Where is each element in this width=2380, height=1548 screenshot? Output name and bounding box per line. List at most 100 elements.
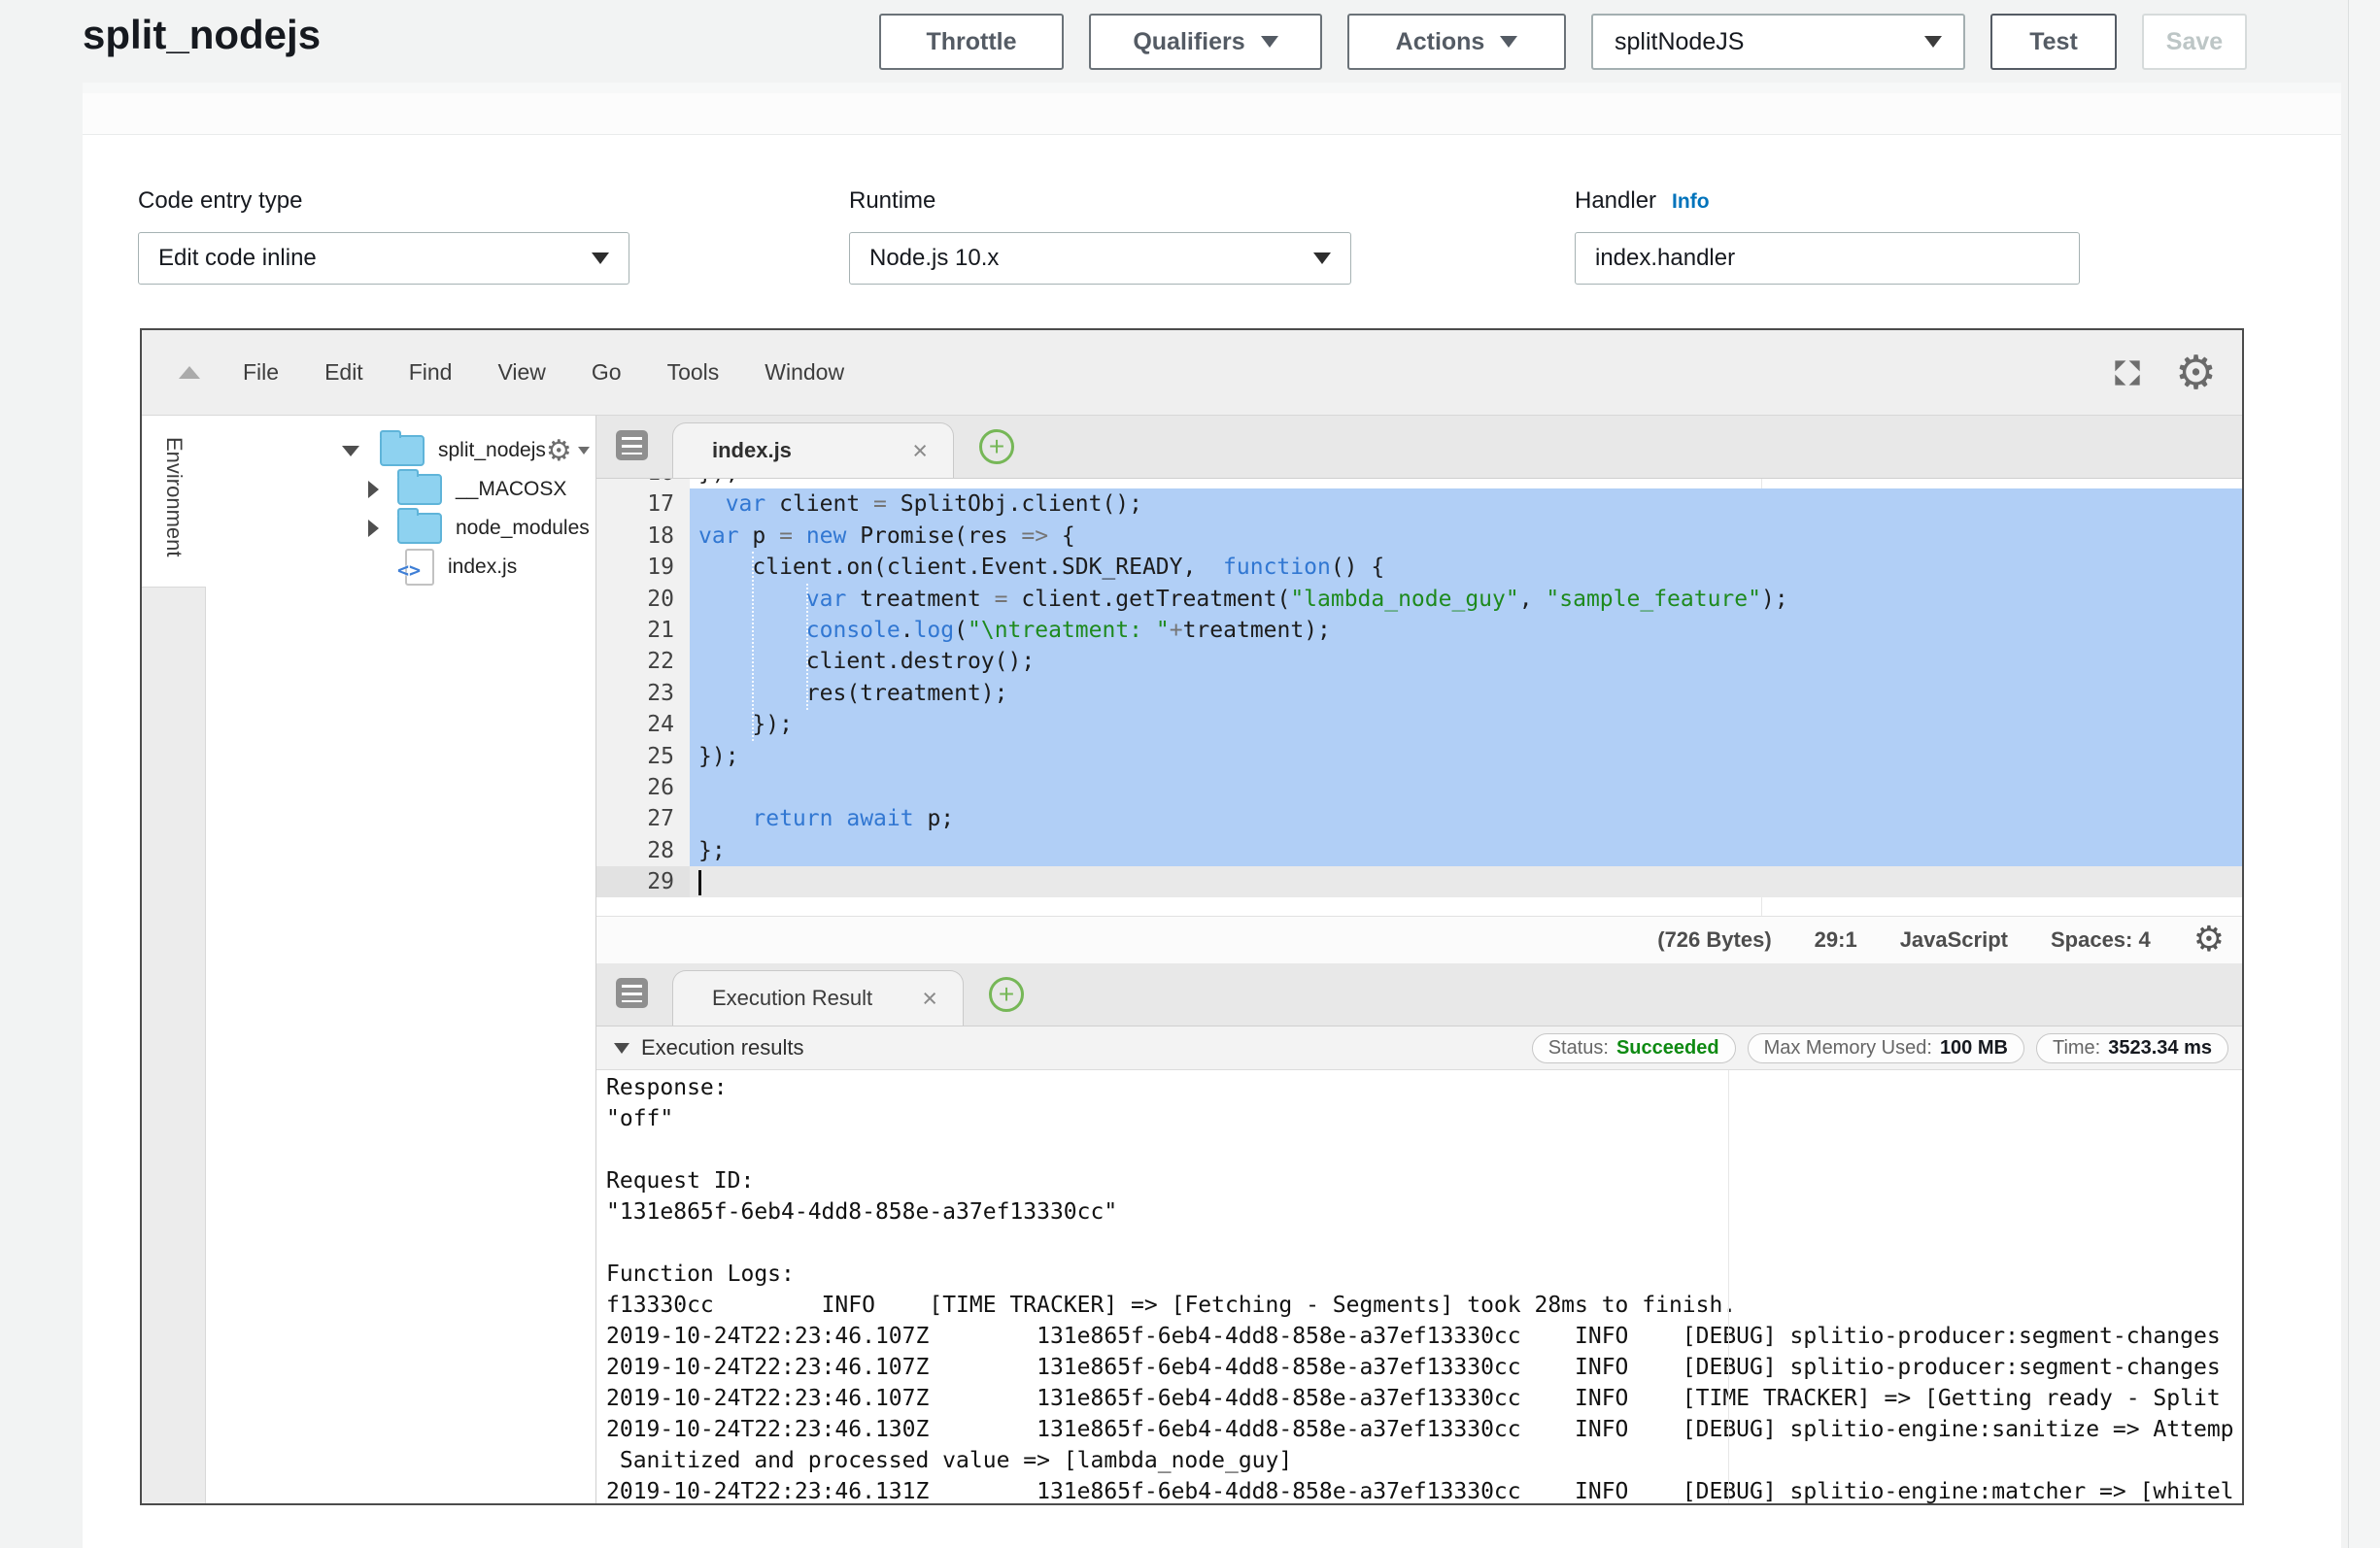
qualifiers-dropdown-button[interactable]: Qualifiers bbox=[1089, 14, 1322, 70]
code-entry-type-value: Edit code inline bbox=[158, 245, 317, 272]
code-line-content: }); bbox=[690, 741, 2242, 772]
status-bar-gear-icon[interactable]: ⚙ bbox=[2193, 923, 2225, 958]
caret-right-icon[interactable] bbox=[368, 481, 379, 498]
line-number: 29 bbox=[596, 866, 690, 897]
throttle-button[interactable]: Throttle bbox=[879, 14, 1064, 70]
tree-item-label: index.js bbox=[448, 555, 517, 579]
chevron-down-icon bbox=[1313, 252, 1331, 264]
collapse-menu-icon[interactable] bbox=[179, 366, 200, 379]
tab-list-icon[interactable] bbox=[616, 430, 648, 460]
text-cursor bbox=[698, 870, 701, 895]
test-button[interactable]: Test bbox=[1990, 14, 2117, 70]
test-button-label: Test bbox=[2029, 28, 2078, 56]
handler-input[interactable]: index.handler bbox=[1575, 232, 2080, 285]
line-number: 21 bbox=[596, 615, 690, 646]
runtime-value: Node.js 10.x bbox=[869, 245, 999, 272]
new-tab-plus-icon[interactable]: + bbox=[979, 429, 1014, 464]
save-button[interactable]: Save bbox=[2142, 14, 2247, 70]
menu-item-tools[interactable]: Tools bbox=[667, 359, 720, 385]
line-number: 25 bbox=[596, 741, 690, 772]
code-entry-type-label: Code entry type bbox=[138, 187, 302, 215]
environment-tab[interactable]: Environment bbox=[161, 437, 187, 557]
function-code-card: Function codeInfo Code entry type Runtim… bbox=[83, 83, 2341, 1548]
code-line-17[interactable]: 17 var client = SplitObj.client(); bbox=[596, 488, 2242, 520]
execution-results-output[interactable]: Response: "off" Request ID: "131e865f-6e… bbox=[596, 1070, 2242, 1503]
code-line-28[interactable]: 28}; bbox=[596, 835, 2242, 866]
tree-item-split_nodejs[interactable]: split_nodejs⚙ bbox=[206, 431, 595, 470]
chevron-down-icon bbox=[1261, 36, 1278, 48]
code-line-24[interactable]: 24 }); bbox=[596, 709, 2242, 740]
code-line-content bbox=[690, 772, 2242, 803]
handler-value: index.handler bbox=[1595, 245, 1735, 272]
close-icon[interactable]: × bbox=[912, 436, 928, 466]
code-line-27[interactable]: 27 return await p; bbox=[596, 803, 2242, 834]
test-event-select[interactable]: splitNodeJS bbox=[1591, 14, 1965, 70]
editor-settings-gear-icon[interactable]: ⚙ bbox=[2175, 350, 2217, 396]
menu-item-go[interactable]: Go bbox=[592, 359, 622, 385]
runtime-label: Runtime bbox=[849, 187, 935, 215]
handler-info-link[interactable]: Info bbox=[1672, 190, 1709, 213]
menu-items: File Edit Find View Go Tools Window bbox=[243, 359, 890, 386]
menu-item-find[interactable]: Find bbox=[409, 359, 453, 385]
code-editor-area[interactable]: 16});17 var client = SplitObj.client();1… bbox=[596, 479, 2242, 916]
code-line-content: var p = new Promise(res => { bbox=[690, 521, 2242, 552]
code-line-26[interactable]: 26 bbox=[596, 772, 2242, 803]
runtime-select[interactable]: Node.js 10.x bbox=[849, 232, 1351, 285]
collapse-results-icon[interactable] bbox=[614, 1043, 629, 1054]
print-margin-line bbox=[1728, 1070, 1729, 1503]
code-entry-type-select[interactable]: Edit code inline bbox=[138, 232, 629, 285]
qualifiers-button-label: Qualifiers bbox=[1133, 28, 1244, 56]
menu-item-window[interactable]: Window bbox=[765, 359, 844, 385]
actions-dropdown-button[interactable]: Actions bbox=[1347, 14, 1566, 70]
results-tab-bar: Execution Result × + bbox=[596, 963, 2242, 1026]
menubar-icons: ⚙ bbox=[2109, 350, 2217, 396]
code-line-content: }); bbox=[690, 479, 2242, 488]
code-line-18[interactable]: 18var p = new Promise(res => { bbox=[596, 521, 2242, 552]
code-line-20[interactable]: 20 var treatment = client.getTreatment("… bbox=[596, 584, 2242, 615]
close-icon[interactable]: × bbox=[922, 984, 937, 1014]
execution-results-title: Execution results bbox=[641, 1035, 804, 1060]
status-bar-item: (726 Bytes) bbox=[1657, 927, 1771, 953]
line-number: 20 bbox=[596, 584, 690, 615]
line-number: 18 bbox=[596, 521, 690, 552]
tree-item-index.js[interactable]: <>index.js bbox=[206, 548, 595, 587]
code-line-content: }); bbox=[690, 709, 2242, 740]
caret-down-icon[interactable] bbox=[342, 446, 359, 456]
menu-item-file[interactable]: File bbox=[243, 359, 279, 385]
code-line-content: client.on(client.Event.SDK_READY, functi… bbox=[690, 552, 2242, 583]
line-number: 24 bbox=[596, 709, 690, 740]
code-line-content: console.log("\ntreatment: "+treatment); bbox=[690, 615, 2242, 646]
code-line-16[interactable]: 16}); bbox=[596, 479, 2242, 488]
page-scrollbar[interactable] bbox=[2348, 0, 2380, 1548]
folder-icon bbox=[380, 435, 425, 466]
menu-item-view[interactable]: View bbox=[497, 359, 545, 385]
tree-item-label: node_modules bbox=[456, 517, 590, 540]
code-line-25[interactable]: 25}); bbox=[596, 741, 2242, 772]
code-line-22[interactable]: 22 client.destroy(); bbox=[596, 646, 2242, 677]
header-actions: Throttle Qualifiers Actions splitNodeJS … bbox=[879, 14, 2247, 70]
line-number: 16 bbox=[596, 479, 690, 488]
throttle-button-label: Throttle bbox=[926, 28, 1016, 56]
line-number: 23 bbox=[596, 678, 690, 709]
code-line-21[interactable]: 21 console.log("\ntreatment: "+treatment… bbox=[596, 615, 2242, 646]
line-number: 28 bbox=[596, 835, 690, 866]
menu-item-edit[interactable]: Edit bbox=[324, 359, 363, 385]
tab-execution-result[interactable]: Execution Result × bbox=[672, 970, 964, 1026]
fullscreen-icon[interactable] bbox=[2109, 354, 2146, 391]
code-line-19[interactable]: 19 client.on(client.Event.SDK_READY, fun… bbox=[596, 552, 2242, 583]
status-bar-items: (726 Bytes)29:1JavaScriptSpaces: 4 bbox=[1657, 927, 2150, 953]
status-bar-item: 29:1 bbox=[1815, 927, 1857, 953]
code-line-content: return await p; bbox=[690, 803, 2242, 834]
caret-right-icon[interactable] bbox=[368, 520, 379, 537]
code-line-29[interactable]: 29 bbox=[596, 866, 2242, 897]
tree-settings-gear-icon[interactable]: ⚙ bbox=[546, 434, 590, 468]
tree-item-node_modules[interactable]: node_modules bbox=[206, 509, 595, 548]
new-tab-plus-icon[interactable]: + bbox=[989, 977, 1024, 1012]
tab-list-icon[interactable] bbox=[616, 978, 648, 1008]
editor-body: Environment split_nodejs⚙__MACOSX node_mo… bbox=[142, 416, 2242, 1503]
info-link[interactable]: Info bbox=[383, 83, 434, 86]
code-line-23[interactable]: 23 res(treatment); bbox=[596, 678, 2242, 709]
handler-label: HandlerInfo bbox=[1575, 187, 1710, 215]
tab-index-js[interactable]: index.js × bbox=[672, 422, 954, 478]
tree-item-__MACOSX[interactable]: __MACOSX bbox=[206, 470, 595, 509]
